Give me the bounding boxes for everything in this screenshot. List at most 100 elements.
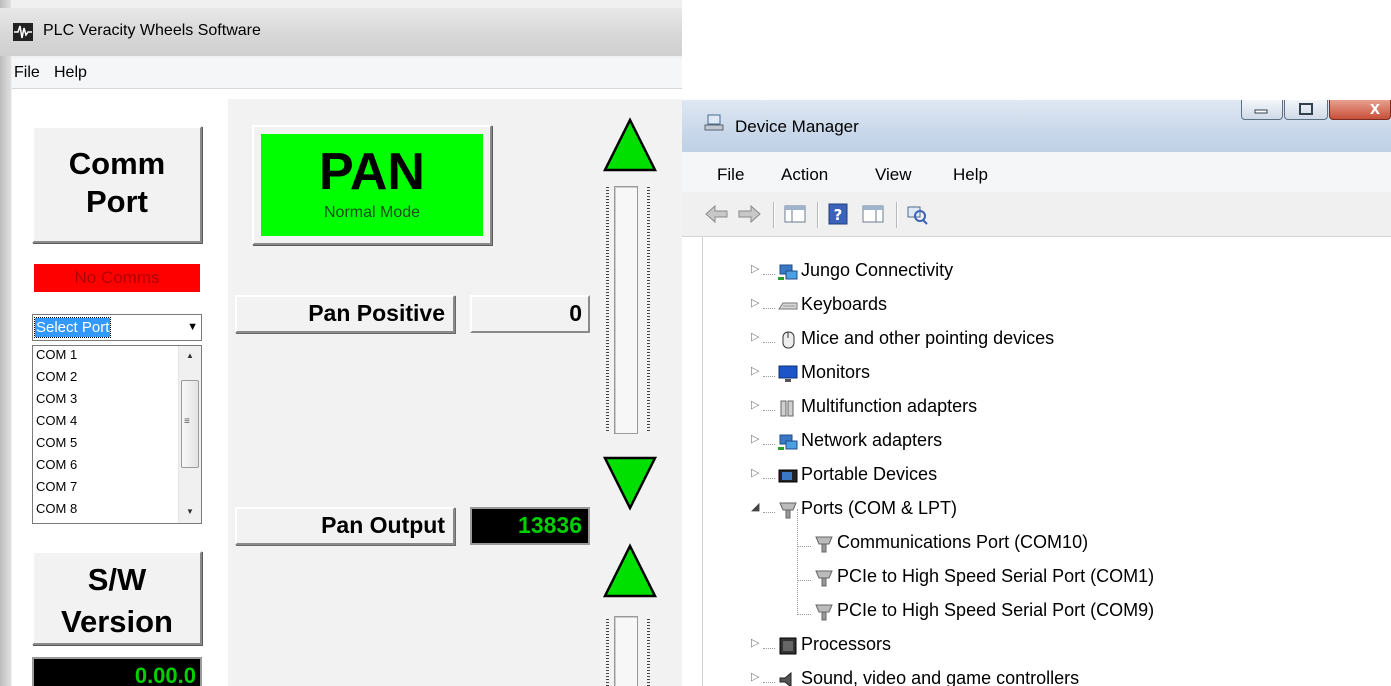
toolbar-separator [817,202,818,228]
tree-node-processors[interactable]: ▷ Processors [703,632,1383,662]
tree-node-label: Portable Devices [801,464,938,484]
dm-title-bar[interactable]: Device Manager x [682,100,1391,152]
pan-slider-track[interactable] [614,186,638,434]
menu-help[interactable]: Help [953,165,988,185]
tree-node-network-adapters[interactable]: ▷ Network adapters [703,428,1383,458]
menu-action[interactable]: Action [781,165,828,185]
slider-ticks-right [647,187,650,431]
help-icon[interactable]: ? [826,202,852,226]
tree-node-label: Jungo Connectivity [801,260,954,280]
minimize-button[interactable] [1241,100,1283,120]
port-list-item[interactable]: COM 7 [36,479,77,495]
tree-node-label: PCIe to High Speed Serial Port (COM1) [837,566,1155,586]
mouse-icon [782,331,795,349]
pan-mode-face: PAN Normal Mode [261,134,483,236]
menu-help[interactable]: Help [54,64,87,82]
port-list-item[interactable]: COM 3 [36,391,77,407]
pan-positive-value: 0 [470,295,590,333]
triangle-down-icon[interactable] [602,455,658,511]
tree-connector [763,410,775,411]
show-hide-console-tree-icon[interactable] [782,202,808,226]
tree-connector [797,614,811,615]
sw-version-button[interactable]: S/W Version [32,551,202,645]
expand-arrow-icon[interactable]: ▷ [751,398,759,411]
triangle-up-icon[interactable] [602,543,658,599]
port-list-scrollbar[interactable]: ▲ ≡ ▼ [178,346,201,523]
pan-mode-label: Normal Mode [323,204,421,221]
tree-node-keyboards[interactable]: ▷ Keyboards [703,292,1383,322]
maximize-button[interactable] [1284,100,1328,120]
collapse-arrow-icon[interactable]: ◢ [751,500,759,513]
chevron-down-icon[interactable]: ▼ [187,321,198,333]
tree-connector [763,308,775,309]
tree-node-label: Keyboards [801,294,888,314]
properties-icon[interactable] [860,202,886,226]
dm-toolbar: ? [682,192,1391,237]
window-frame [0,0,11,686]
tree-node-jungo-connectivity[interactable]: ▷ Jungo Connectivity [703,258,1383,288]
device-tree: ▷ Jungo Connectivity ▷ Keyboards ▷ Mice … [702,237,1391,686]
expand-arrow-icon[interactable]: ▷ [751,636,759,649]
tree-node-multifunction-adapters[interactable]: ▷ Multifunction adapters [703,394,1383,424]
tree-node-sound-video-game[interactable]: ▷ Sound, video and game controllers [703,666,1383,686]
tree-node-com10[interactable]: Communications Port (COM10) [703,530,1383,560]
expand-arrow-icon[interactable]: ▷ [751,466,759,479]
port-select-dropdown[interactable]: Select Port ▼ [32,314,202,341]
tree-node-portable-devices[interactable]: ▷ Portable Devices [703,462,1383,492]
port-list-item[interactable]: COM 2 [36,369,77,385]
tree-node-com9[interactable]: PCIe to High Speed Serial Port (COM9) [703,598,1383,628]
port-list-item[interactable]: COM 5 [36,435,77,451]
scroll-down-icon[interactable]: ▼ [186,507,194,516]
device-manager-window: Device Manager x File Action View Help ? [682,100,1391,686]
slider-ticks-right [647,619,650,686]
plc-window: PLC Veracity Wheels Software File Help C… [0,0,682,686]
port-icon [815,570,833,587]
expand-arrow-icon[interactable]: ▷ [751,670,759,683]
slider-ticks-left [606,619,609,686]
port-list-item[interactable]: COM 1 [36,347,77,363]
port-list-item[interactable]: COM 8 [36,501,77,517]
tilt-slider-track[interactable] [614,616,638,686]
svg-text:?: ? [834,206,843,224]
expand-arrow-icon[interactable]: ▷ [751,262,759,275]
network-icon [778,264,798,280]
forward-arrow-icon[interactable] [736,202,762,226]
close-button[interactable]: x [1329,100,1391,120]
tree-node-label: Processors [801,634,892,654]
tree-connector [763,274,775,275]
scroll-up-icon[interactable]: ▲ [186,351,194,360]
device-manager-icon [703,114,725,132]
tree-node-monitors[interactable]: ▷ Monitors [703,360,1383,390]
expand-arrow-icon[interactable]: ▷ [751,296,759,309]
tree-connector [763,342,775,343]
tree-node-mice[interactable]: ▷ Mice and other pointing devices [703,326,1383,356]
expand-arrow-icon[interactable]: ▷ [751,364,759,377]
pan-mode-button[interactable]: PAN Normal Mode [252,125,492,245]
plc-title-bar[interactable]: PLC Veracity Wheels Software [0,8,682,56]
comm-port-button[interactable]: Comm Port [32,126,202,243]
port-list-item[interactable]: COM 6 [36,457,77,473]
tree-node-ports[interactable]: ◢ Ports (COM & LPT) [703,496,1383,526]
dm-menu-bar: File Action View Help [682,152,1391,192]
back-arrow-icon[interactable] [704,202,730,226]
menu-view[interactable]: View [875,165,912,185]
expand-arrow-icon[interactable]: ▷ [751,330,759,343]
expand-arrow-icon[interactable]: ▷ [751,432,759,445]
triangle-up-icon[interactable] [602,117,658,173]
menu-file[interactable]: File [14,64,40,82]
portable-device-icon [778,469,798,483]
port-list-item[interactable]: COM 4 [36,413,77,429]
minimize-icon [1254,109,1268,114]
toolbar-separator [773,202,774,228]
scan-hardware-icon[interactable] [904,202,930,226]
maximize-icon [1299,103,1313,115]
pan-positive-label: Pan Positive [235,295,455,333]
menu-file[interactable]: File [717,165,744,185]
tree-node-com1[interactable]: PCIe to High Speed Serial Port (COM1) [703,564,1383,594]
plc-client-area: Comm Port No Comms Select Port ▼ COM 1 C… [12,89,682,686]
port-list[interactable]: COM 1 COM 2 COM 3 COM 4 COM 5 COM 6 COM … [32,345,202,524]
port-select-value: Select Port [33,317,112,338]
dm-window-title: Device Manager [735,117,859,136]
waveform-icon [13,23,33,41]
pan-title: PAN [319,143,425,201]
